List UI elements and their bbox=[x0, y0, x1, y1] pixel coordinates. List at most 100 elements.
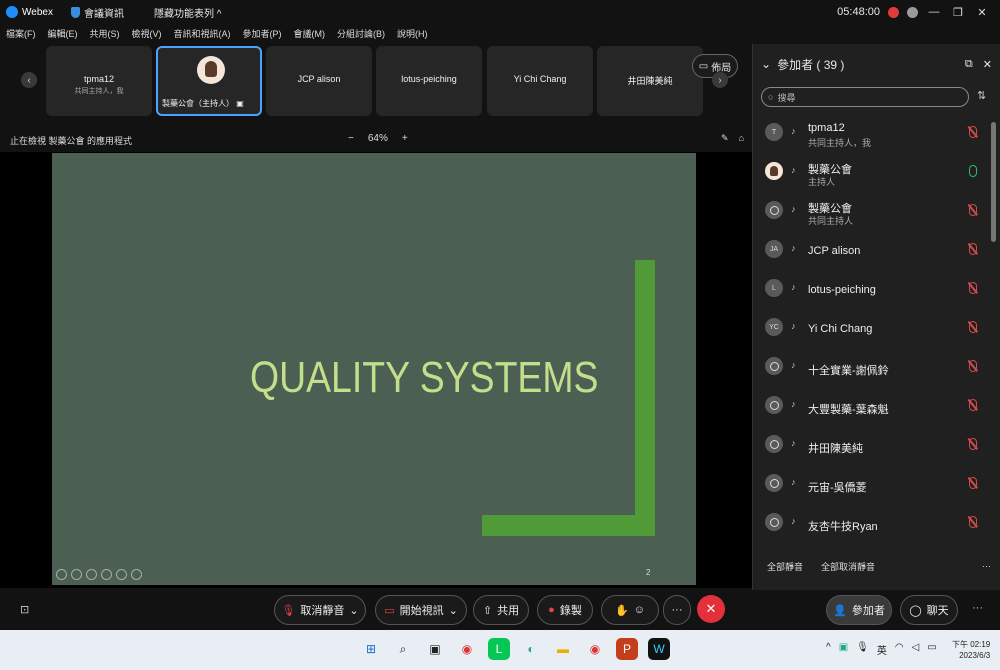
popout-icon[interactable]: ⧉ bbox=[965, 58, 973, 71]
start-video-button[interactable]: ▭ 開始視訊 ⌄ bbox=[375, 595, 467, 625]
slides-icon[interactable] bbox=[101, 569, 112, 580]
menu-audio-video[interactable]: 音訊和視訊(A) bbox=[174, 27, 231, 40]
more-options-icon[interactable] bbox=[131, 569, 142, 580]
mic-muted-icon[interactable] bbox=[969, 282, 977, 294]
participant-row[interactable]: L ♪ lotus-peiching bbox=[753, 272, 1000, 308]
more-button[interactable]: ··· bbox=[663, 595, 691, 625]
collapse-chevron-icon[interactable]: ⌄ bbox=[761, 57, 771, 71]
menu-meeting[interactable]: 會議(M) bbox=[294, 27, 326, 40]
wifi-icon[interactable]: ◠ bbox=[895, 642, 904, 657]
panel-scrollbar[interactable] bbox=[991, 122, 996, 242]
hide-menu-toggle[interactable]: 隱藏功能表列 ^ bbox=[154, 5, 221, 20]
leave-meeting-button[interactable]: ✕ bbox=[697, 595, 725, 623]
close-window-icon[interactable]: ✕ bbox=[974, 6, 990, 19]
menu-share[interactable]: 共用(S) bbox=[90, 27, 120, 40]
file-explorer-icon[interactable]: ▬ bbox=[552, 638, 574, 660]
mic-muted-icon[interactable] bbox=[969, 321, 977, 333]
participant-row[interactable]: JA ♪ JCP alison bbox=[753, 233, 1000, 269]
restore-icon[interactable]: ❐ bbox=[950, 6, 966, 19]
reactions-button[interactable]: ✋ ☺ bbox=[601, 595, 659, 625]
chevron-down-icon[interactable]: ⌄ bbox=[349, 604, 358, 617]
mute-all-button[interactable]: 全部靜音 bbox=[767, 560, 803, 573]
task-view-icon[interactable]: ▣ bbox=[424, 638, 446, 660]
strip-next-button[interactable]: › bbox=[712, 72, 728, 88]
mic-icon[interactable]: 🎙 bbox=[856, 642, 869, 657]
more-options-icon[interactable]: ··· bbox=[972, 602, 983, 614]
unmute-button[interactable]: 🎙 取消靜音 ⌄ bbox=[274, 595, 366, 625]
participant-row[interactable]: ♪ 製藥公會 主持人 bbox=[753, 155, 1000, 191]
zoom-icon[interactable] bbox=[116, 569, 127, 580]
mic-muted-icon[interactable] bbox=[969, 243, 977, 255]
avatar bbox=[765, 435, 783, 453]
chrome-icon[interactable]: ◉ bbox=[456, 638, 478, 660]
video-tile-yi-chi-chang[interactable]: Yi Chi Chang bbox=[487, 46, 593, 116]
menu-breakout[interactable]: 分組討論(B) bbox=[337, 27, 385, 40]
search-icon[interactable]: ⌕ bbox=[392, 638, 414, 660]
battery-icon[interactable]: ▭ bbox=[927, 642, 936, 657]
participant-row[interactable]: ♪ 友杏牛技Ryan bbox=[753, 506, 1000, 542]
webex-app-icon[interactable]: W bbox=[648, 638, 670, 660]
chevron-up-icon[interactable]: ^ bbox=[826, 642, 831, 657]
participant-row[interactable]: ♪ 井田陳美純 bbox=[753, 428, 1000, 464]
start-menu-icon[interactable]: ⊞ bbox=[360, 638, 382, 660]
mic-muted-icon[interactable] bbox=[969, 360, 977, 372]
video-tile-jcp-alison[interactable]: JCP alison bbox=[266, 46, 372, 116]
participant-row[interactable]: ♪ 十全實業-謝佩鈴 bbox=[753, 350, 1000, 386]
menu-edit[interactable]: 編輯(E) bbox=[48, 27, 78, 40]
participants-button[interactable]: 👤 參加者 bbox=[826, 595, 892, 625]
share-status-text: 止在檢視 製藥公會 的應用程式 bbox=[10, 136, 133, 146]
audio-connected-icon: ♪ bbox=[791, 165, 796, 175]
participant-row[interactable]: T ♪ tpma12 共同主持人，我 bbox=[753, 116, 1000, 152]
menu-file[interactable]: 檔案(F) bbox=[6, 27, 36, 40]
pen-icon[interactable] bbox=[86, 569, 97, 580]
unmute-all-button[interactable]: 全部取消靜音 bbox=[821, 560, 875, 573]
line-tray-icon[interactable]: ▣ bbox=[839, 642, 848, 657]
mic-muted-icon[interactable] bbox=[969, 438, 977, 450]
menu-help[interactable]: 說明(H) bbox=[397, 27, 428, 40]
share-button[interactable]: ⇧ 共用 bbox=[473, 595, 529, 625]
mic-muted-icon[interactable] bbox=[969, 204, 977, 216]
system-clock[interactable]: 下午 02:19 2023/6/3 bbox=[952, 639, 990, 661]
participant-row[interactable]: YC ♪ Yi Chi Chang bbox=[753, 311, 1000, 347]
minimize-icon[interactable]: — bbox=[926, 6, 942, 18]
menu-participants[interactable]: 參加者(P) bbox=[243, 27, 282, 40]
meeting-info-button[interactable]: 會議資訊 bbox=[70, 5, 124, 20]
participant-search-input[interactable]: ○ 搜尋 bbox=[761, 87, 969, 107]
chevron-down-icon[interactable]: ⌄ bbox=[449, 604, 458, 617]
prev-slide-icon[interactable] bbox=[56, 569, 67, 580]
chrome-icon[interactable]: ◉ bbox=[584, 638, 606, 660]
record-button[interactable]: ● 錄製 bbox=[537, 595, 593, 625]
strip-prev-button[interactable]: ‹ bbox=[21, 72, 37, 88]
video-tile-lotus-peiching[interactable]: lotus-peiching bbox=[376, 46, 482, 116]
sort-icon[interactable]: ⇅ bbox=[977, 89, 986, 102]
captions-icon[interactable]: ⊡ bbox=[20, 603, 29, 616]
remote-control-icon[interactable]: ⌂ bbox=[739, 133, 744, 144]
zoom-out-button[interactable]: − bbox=[348, 133, 354, 144]
participant-row[interactable]: ♪ 元宙-吳僑菱 bbox=[753, 467, 1000, 503]
participant-row[interactable]: ♪ 大豐製藥-葉森魁 bbox=[753, 389, 1000, 425]
pointer-icon[interactable] bbox=[71, 569, 82, 580]
video-tile-tpma12[interactable]: tpma12 共同主持人，我 bbox=[46, 46, 152, 116]
zoom-in-button[interactable]: + bbox=[402, 133, 408, 144]
more-options-icon[interactable]: ··· bbox=[982, 561, 991, 571]
browser-icon[interactable]: ◐ bbox=[520, 638, 542, 660]
participant-row[interactable]: ♪ 製藥公會 共同主持人 bbox=[753, 194, 1000, 230]
video-tile-host[interactable]: 製藥公會（主持人） ▣ bbox=[156, 46, 262, 116]
line-app-icon[interactable]: L bbox=[488, 638, 510, 660]
video-tile-itian[interactable]: 井田陳美純 bbox=[597, 46, 703, 116]
annotate-icon[interactable]: ✎ bbox=[721, 133, 729, 144]
mic-on-icon[interactable] bbox=[969, 165, 977, 177]
volume-icon[interactable]: ◁ bbox=[912, 642, 920, 657]
mic-muted-icon[interactable] bbox=[969, 399, 977, 411]
connection-icon[interactable] bbox=[907, 6, 918, 18]
ime-indicator[interactable]: 英 bbox=[877, 642, 887, 657]
powerpoint-icon[interactable]: P bbox=[616, 638, 638, 660]
participant-name: 十全實業-謝佩鈴 bbox=[808, 365, 889, 377]
participant-name: 元宙-吳僑菱 bbox=[808, 482, 867, 494]
mic-muted-icon[interactable] bbox=[969, 126, 977, 138]
menu-view[interactable]: 檢視(V) bbox=[132, 27, 162, 40]
mic-muted-icon[interactable] bbox=[969, 477, 977, 489]
close-panel-icon[interactable]: ✕ bbox=[983, 58, 992, 71]
chat-button[interactable]: ◯ 聊天 bbox=[900, 595, 958, 625]
mic-muted-icon[interactable] bbox=[969, 516, 977, 528]
